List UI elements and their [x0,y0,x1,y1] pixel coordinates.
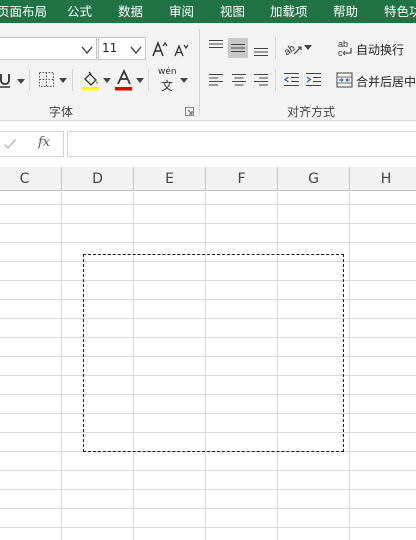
enter-check-icon[interactable] [3,137,17,151]
font-group-label: 字体 [49,105,74,119]
formula-buttons: fx [0,131,64,157]
underline-icon[interactable] [0,72,11,88]
merge-center-label[interactable]: 合并后居中 [356,73,416,90]
divider [72,69,73,91]
insert-function-icon[interactable]: fx [38,135,50,150]
fill-color-dropdown-icon[interactable] [103,78,111,84]
column-gridline [61,192,62,540]
wrap-text-label[interactable]: 自动换行 [356,41,404,58]
row-gridline [0,527,416,528]
tab-data[interactable]: 数据 [118,0,143,23]
align-center-icon[interactable] [231,73,247,87]
tab-formulas[interactable]: 公式 [67,0,92,23]
font-dialog-launcher-icon[interactable] [185,107,194,116]
font-color-icon[interactable] [115,69,133,91]
phonetic-pinyin-text: wén [158,67,177,77]
increase-font-size-icon[interactable] [151,40,169,58]
column-gridline [349,192,350,540]
font-size-value: 11 [102,41,118,55]
font-color-dropdown-icon[interactable] [136,78,144,84]
middle-align-icon [231,43,245,53]
column-header-e[interactable]: E [134,167,206,191]
column-header-c[interactable]: C [0,167,62,191]
font-size-combobox[interactable]: 11 [98,37,146,60]
underline-dropdown-icon[interactable] [17,79,25,85]
borders-dropdown-icon[interactable] [59,78,67,84]
orientation-dropdown-icon[interactable] [304,45,312,51]
svg-text:c: c [338,48,343,58]
orientation-icon[interactable]: ab [283,38,303,58]
column-header-g[interactable]: G [278,167,350,191]
decrease-font-size-icon[interactable] [173,42,189,58]
row-gridline [0,223,416,224]
group-separator [199,29,200,115]
copy-marquee[interactable] [83,254,344,452]
ribbon: 11 wén 文 字体 ab ab c 自动换行 合并后居中 对齐方式 [0,23,416,121]
row-gridline [0,242,416,243]
phonetic-char-text: 文 [161,79,174,93]
bottom-align-icon[interactable] [253,43,269,57]
row-gridline [0,470,416,471]
row-gridline [0,204,416,205]
chevron-down-icon[interactable] [129,42,143,56]
phonetic-dropdown-icon[interactable] [180,78,188,84]
tab-review[interactable]: 审阅 [169,0,194,23]
row-gridline [0,489,416,490]
divider [275,37,276,59]
divider [29,69,30,91]
tab-page-layout[interactable]: 页面布局 [0,0,47,23]
column-header-f[interactable]: F [206,167,278,191]
tab-help[interactable]: 帮助 [333,0,358,23]
column-header-row: C D E F G H [0,167,416,191]
tab-special-features[interactable]: 特色功 [384,0,416,23]
divider [148,69,149,91]
increase-indent-icon[interactable] [305,72,322,88]
row-gridline [0,508,416,509]
svg-text:ab: ab [283,43,298,58]
borders-icon[interactable] [38,71,55,88]
font-name-combobox[interactable] [0,37,97,60]
wrap-text-icon[interactable]: ab c [337,38,353,58]
formula-bar: fx [0,121,416,167]
top-align-icon[interactable] [208,39,224,53]
tab-addins[interactable]: 加载项 [270,0,308,23]
align-right-icon[interactable] [253,73,269,87]
fill-color-icon[interactable] [81,69,101,91]
middle-align-button[interactable] [228,38,248,58]
ribbon-tab-bar: 页面布局 公式 数据 审阅 视图 加载项 帮助 特色功 [0,0,416,23]
formula-input[interactable] [67,131,416,157]
decrease-indent-icon[interactable] [283,72,300,88]
merge-center-icon[interactable] [336,72,353,88]
divider [275,69,276,91]
chevron-down-icon[interactable] [80,42,94,56]
tab-view[interactable]: 视图 [220,0,245,23]
align-left-icon[interactable] [208,73,224,87]
column-header-d[interactable]: D [62,167,134,191]
alignment-group-label: 对齐方式 [287,105,336,119]
column-header-h[interactable]: H [350,167,416,191]
phonetic-guide-icon[interactable]: wén 文 [157,67,179,93]
